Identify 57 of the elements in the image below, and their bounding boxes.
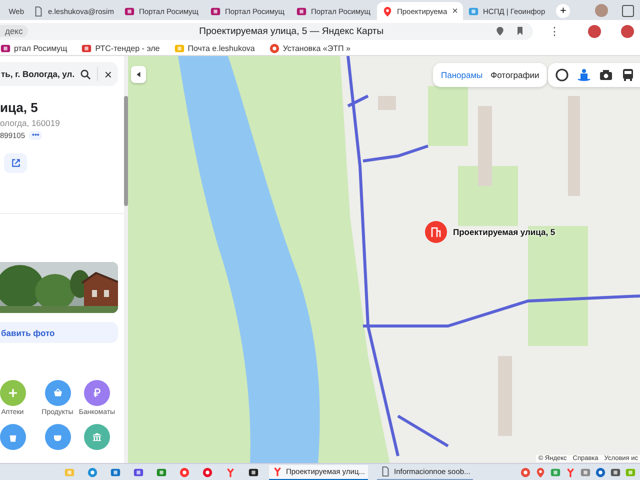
scrollbar-thumb[interactable] (124, 96, 128, 206)
app-logo-icon (110, 467, 120, 478)
app-logo-icon (132, 467, 144, 478)
app-logo-icon (156, 467, 166, 478)
tab-favicon-icon (296, 6, 307, 16)
camera-icon[interactable] (598, 67, 614, 83)
caret-icon (135, 71, 142, 78)
window-app-icon (380, 466, 391, 477)
panorama-icon[interactable] (576, 67, 592, 83)
layer-tab[interactable]: Фотографии (488, 70, 542, 80)
bookmark-item[interactable]: РТС-тендер - эле (81, 43, 160, 54)
new-tab-button[interactable]: + (556, 4, 570, 18)
extension-icon[interactable] (588, 24, 601, 38)
ring-icon[interactable] (554, 67, 570, 83)
app-logo-icon (202, 467, 212, 478)
app-logo-icon (248, 467, 258, 478)
app-logo-icon (86, 467, 98, 478)
place-title: ица, 5 (0, 100, 39, 115)
app-logo-icon (178, 467, 190, 478)
place-address: ологда, 160019 (0, 118, 61, 128)
tray-icon (535, 467, 546, 478)
tab-favicon-icon (210, 6, 221, 16)
location-icon[interactable] (495, 26, 505, 36)
tray-icon (565, 467, 576, 478)
tray-icon (550, 467, 561, 478)
bookmark-item[interactable]: ртал Росимущ (0, 43, 68, 54)
tab-favicon-icon (468, 6, 479, 16)
tab-favicon-icon (382, 6, 393, 16)
page-title: Проектируемая улица, 5 — Яндекс Карты (198, 26, 385, 36)
search-field[interactable]: ть, г. Вологда, ул. × (0, 62, 118, 86)
address-bar[interactable]: декс Проектируемая улица, 5 — Яндекс Карты (0, 22, 533, 40)
bookmark-item[interactable]: Установка «ЭТП » (268, 43, 350, 54)
tab-favicon-icon (124, 6, 135, 16)
site-chip[interactable]: декс (0, 25, 28, 37)
window-icon[interactable] (622, 5, 634, 17)
app-logo-icon (224, 467, 236, 478)
menu-button[interactable]: ⋮ (541, 24, 568, 38)
marker-label: Проектируемая улица, 5 (453, 227, 556, 237)
bookmark-item[interactable]: Почта e.leshukova (174, 43, 255, 54)
tab-favicon-icon (33, 6, 44, 16)
open-link-icon (10, 158, 20, 168)
tray-icon (580, 467, 591, 478)
app-logo-icon (64, 467, 74, 478)
collapse-button[interactable] (131, 66, 146, 83)
extension-icon[interactable] (621, 24, 634, 38)
bus-icon[interactable] (620, 67, 636, 83)
tray-icon (625, 467, 636, 478)
window-app-icon (272, 466, 283, 477)
tray-icon (595, 467, 606, 478)
add-photo-button[interactable]: бавить фото (0, 322, 118, 343)
close-button[interactable]: × (104, 66, 112, 82)
tray-icon (610, 467, 621, 478)
search-icon[interactable] (80, 68, 92, 80)
tray-icon (520, 467, 531, 478)
bookmark-icon[interactable] (515, 26, 525, 36)
layer-tab[interactable]: Панорамы (438, 70, 486, 80)
open-link-button[interactable] (4, 153, 27, 173)
